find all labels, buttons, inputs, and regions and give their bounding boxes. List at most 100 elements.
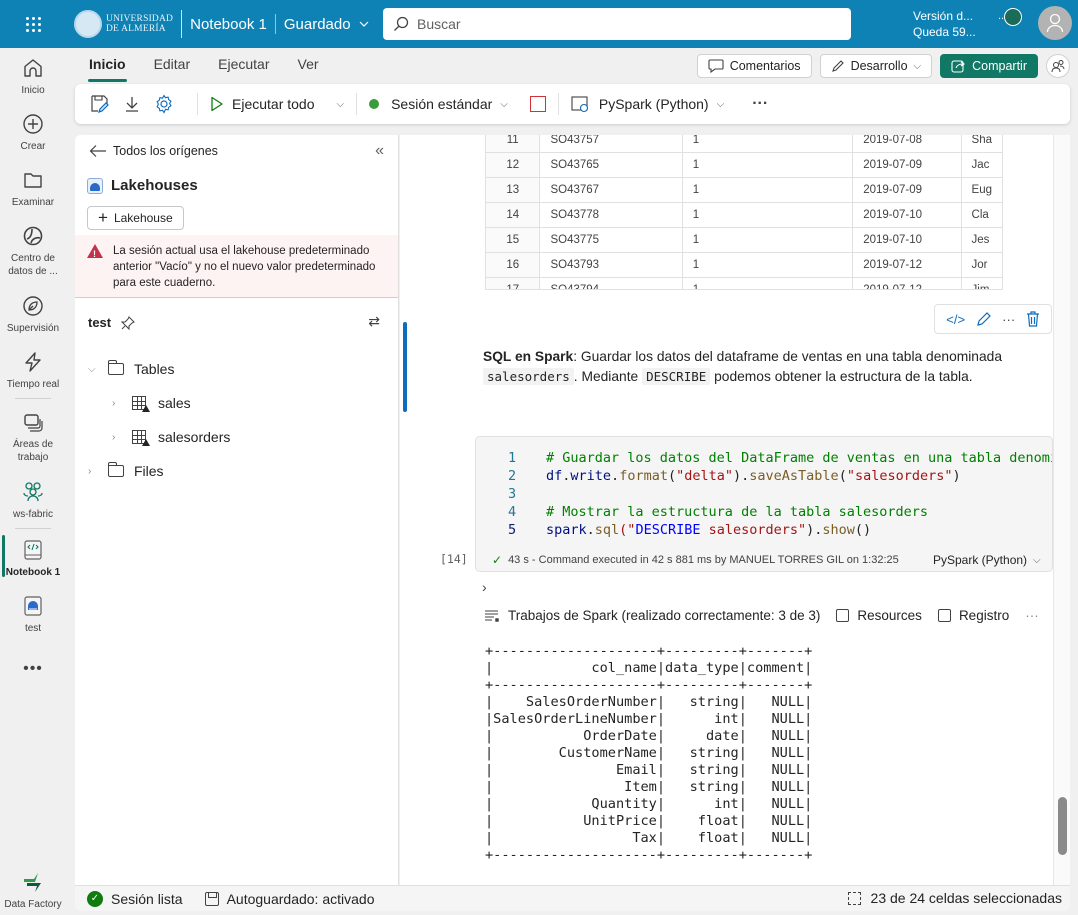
table-cell: 2019-07-10	[852, 202, 962, 228]
nav-label: Tiempo real	[6, 379, 60, 390]
scrollbar-thumb[interactable]	[1058, 797, 1067, 855]
nav-divider	[15, 398, 51, 399]
table-cell: Jor	[960, 252, 1003, 278]
nav-item-browse[interactable]: Examinar	[0, 168, 66, 209]
run-all-button[interactable]: Ejecutar todo	[210, 96, 315, 112]
output-row-line: | Item| string| NULL|	[485, 779, 813, 795]
code-cell[interactable]: 1 # Guardar los datos del DataFrame de ve…	[475, 436, 1053, 572]
table-row: 16 SO43793 1 2019-07-12 Jor	[485, 252, 1003, 278]
nav-item-monitor[interactable]: Supervisión	[0, 294, 66, 335]
table-cell: SO43757	[539, 135, 683, 153]
tree-node-files[interactable]: › Files	[88, 462, 164, 479]
markdown-cell[interactable]: SQL en Spark: Guardar los datos del data…	[483, 347, 1043, 387]
language-dropdown[interactable]: PySpark (Python) ⌵	[571, 95, 724, 113]
delete-icon[interactable]	[1026, 311, 1040, 327]
collaborators-button[interactable]	[1046, 54, 1070, 78]
edit-notebook-button[interactable]	[89, 93, 111, 115]
run-all-chevron-down-icon[interactable]: ⌵	[337, 99, 345, 110]
cell-language-label: PySpark (Python)	[933, 553, 1028, 567]
pin-icon[interactable]	[121, 315, 135, 330]
swap-lakehouse-icon[interactable]: ⇄	[368, 313, 380, 330]
user-avatar[interactable]	[1038, 6, 1072, 40]
org-logo[interactable]: UNIVERSIDAD DE ALMERÍA	[74, 10, 173, 38]
top-bar: UNIVERSIDAD DE ALMERÍA Notebook 1 Guarda…	[0, 0, 1078, 48]
log-tab[interactable]: Registro	[937, 608, 1009, 623]
output-more-button[interactable]: ···	[1025, 608, 1039, 623]
search-input[interactable]: Buscar	[383, 8, 851, 40]
home-icon	[21, 56, 45, 80]
comments-button[interactable]: Comentarios	[696, 54, 812, 78]
experience-switcher[interactable]: Data Factory	[0, 870, 66, 911]
chevron-down-icon: ⌵	[716, 98, 725, 110]
trial-version-info[interactable]: Versión d... Queda 59...	[913, 8, 976, 40]
notebook-title[interactable]: Notebook 1	[190, 16, 267, 33]
presence-status-icon[interactable]	[1004, 8, 1022, 26]
table-cell: Jac	[960, 152, 1003, 178]
plus-circle-icon	[21, 112, 45, 136]
nav-item-data-hub[interactable]: Centro de datos de ...	[0, 224, 66, 278]
nav-item-home[interactable]: Inicio	[0, 56, 66, 97]
waffle-icon	[25, 16, 41, 32]
resources-tab[interactable]: Resources	[836, 608, 922, 623]
autosave-status[interactable]: Autoguardado: activado	[227, 891, 375, 907]
table-row: 13 SO43767 1 2019-07-09 Eug	[485, 177, 1003, 203]
settings-button[interactable]	[153, 93, 175, 115]
expand-output-chevron-icon[interactable]: ›	[482, 579, 487, 595]
code-token: spark	[546, 522, 587, 538]
code-comment: # Mostrar la estructura de la tabla sale…	[546, 504, 929, 520]
folder-icon	[21, 168, 45, 192]
mode-dropdown[interactable]: Desarrollo ⌵	[819, 54, 933, 78]
share-icon	[951, 60, 966, 73]
tab-editar[interactable]: Editar	[140, 48, 205, 82]
share-button[interactable]: Compartir	[940, 54, 1038, 78]
edit-icon[interactable]	[976, 311, 992, 327]
toolbar-divider	[557, 93, 559, 115]
table-cell: 1	[681, 202, 854, 228]
session-dropdown[interactable]: Sesión estándar ⌵	[369, 96, 508, 112]
code-line: 4 # Mostrar la estructura de la tabla sal…	[508, 503, 1052, 521]
gear-icon	[156, 94, 172, 114]
code-token: saveAsTable	[749, 468, 839, 484]
nav-item-workspaces[interactable]: Áreas de trabajo	[0, 410, 66, 464]
output-row-line: |SalesOrderLineNumber| int| NULL|	[485, 711, 813, 727]
save-edit-icon	[91, 95, 109, 113]
cell-language-dropdown[interactable]: PySpark (Python) ⌵	[933, 553, 1041, 567]
nav-more-button[interactable]: •••	[0, 660, 66, 678]
nav-item-notebook-1[interactable]: Notebook 1	[0, 538, 66, 579]
back-to-all-sources[interactable]: Todos los orígenes	[89, 144, 218, 158]
left-navigation: Inicio Crear Examinar Centro de datos de…	[0, 48, 66, 915]
nav-item-create[interactable]: Crear	[0, 112, 66, 153]
tree-label: Files	[134, 463, 164, 479]
stop-session-button[interactable]	[529, 96, 546, 112]
vertical-scrollbar[interactable]	[1053, 135, 1070, 885]
tab-ejecutar[interactable]: Ejecutar	[204, 48, 283, 82]
session-status[interactable]: Sesión lista	[111, 891, 183, 907]
collapse-panel-icon[interactable]: «	[375, 142, 384, 160]
tab-inicio[interactable]: Inicio	[75, 48, 140, 82]
table-cell: Eug	[960, 177, 1003, 203]
nav-item-ws-fabric[interactable]: ws-fabric	[0, 480, 66, 521]
people-icon	[1051, 60, 1065, 73]
workspaces-icon	[21, 410, 45, 434]
app-launcher-button[interactable]	[0, 0, 66, 48]
chevron-down-icon: ⌵	[500, 98, 508, 110]
download-button[interactable]	[121, 93, 143, 115]
add-lakehouse-button[interactable]: + Lakehouse	[87, 206, 184, 230]
more-options-icon[interactable]: ···	[1002, 312, 1015, 327]
tree-node-table[interactable]: › sales	[112, 395, 191, 412]
code-view-icon[interactable]: </>	[946, 312, 965, 327]
toolbar-more-button[interactable]: ···	[752, 95, 768, 113]
spark-jobs-bar: Trabajos de Spark (realizado correctamen…	[484, 608, 1039, 623]
save-state-dropdown[interactable]: Guardado	[284, 16, 369, 33]
tab-ver[interactable]: Ver	[284, 48, 333, 82]
line-number: 4	[508, 504, 517, 520]
nav-item-test[interactable]: test	[0, 594, 66, 635]
spark-jobs-toggle[interactable]: Trabajos de Spark (realizado correctamen…	[484, 608, 820, 623]
execution-count: [14]	[440, 552, 468, 566]
tree-node-tables[interactable]: ⌵ Tables	[88, 360, 174, 377]
table-cell: 17	[485, 277, 541, 289]
code-editor[interactable]: 1 # Guardar los datos del DataFrame de ve…	[508, 449, 1052, 539]
chevron-right-icon: ›	[112, 431, 116, 443]
nav-item-real-time[interactable]: Tiempo real	[0, 350, 66, 391]
tree-node-table[interactable]: › salesorders	[112, 429, 230, 446]
